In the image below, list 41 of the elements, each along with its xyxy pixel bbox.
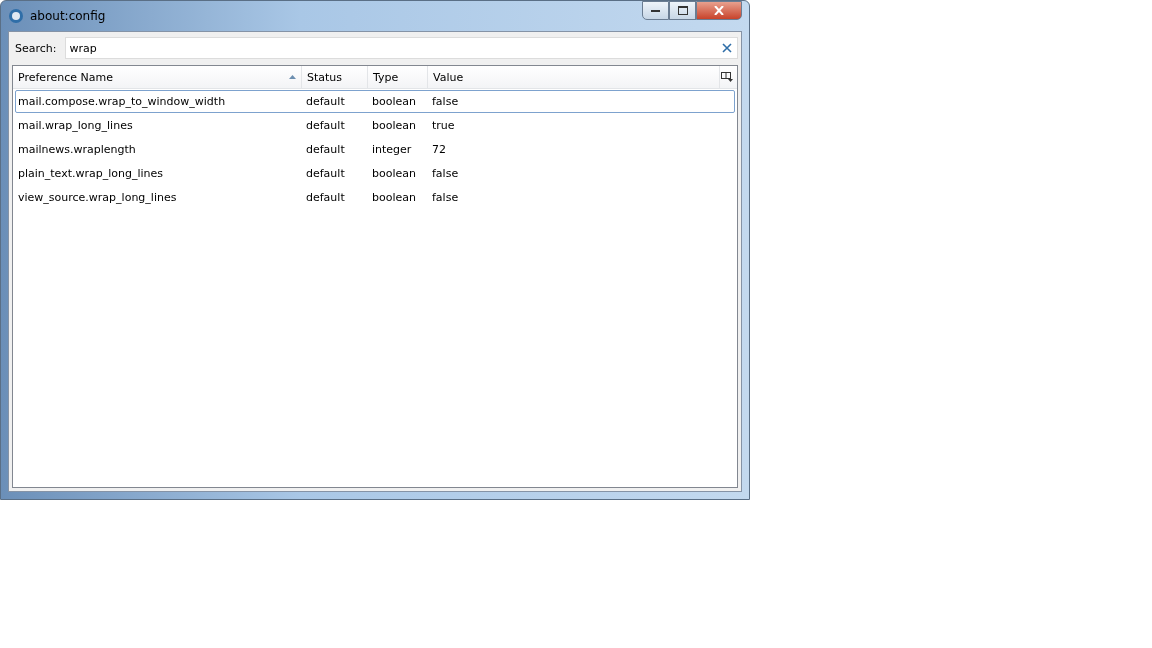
window-title: about:config — [30, 9, 107, 23]
table-cell: default — [306, 95, 345, 108]
table-cell: boolean — [372, 95, 416, 108]
table-cell: false — [432, 167, 459, 180]
clear-icon[interactable] — [722, 43, 732, 53]
column-header[interactable]: Value — [428, 66, 720, 88]
table-cell: mail.wrap_long_lines — [18, 119, 133, 132]
table-cell: integer — [372, 143, 412, 156]
column-header[interactable]: Preference Name — [13, 66, 302, 88]
table-row[interactable]: mail.wrap_long_lines default boolean true — [15, 114, 735, 137]
minimize-button[interactable] — [642, 1, 669, 20]
table-cell: plain_text.wrap_long_lines — [18, 167, 164, 180]
column-header[interactable]: Type — [368, 66, 428, 88]
table-row[interactable]: view_source.wrap_long_lines default boolean false — [15, 186, 735, 209]
minimize-icon — [651, 9, 660, 12]
table-cell: boolean — [372, 167, 416, 180]
close-button[interactable] — [696, 1, 742, 20]
column-header[interactable]: Status — [302, 66, 368, 88]
table-cell: default — [306, 167, 345, 180]
close-icon — [714, 6, 724, 15]
table-cell: false — [432, 95, 459, 108]
search-label: Search: — [15, 41, 57, 55]
table-cell: default — [306, 143, 345, 156]
table-cell: false — [432, 191, 459, 204]
column-picker-icon[interactable] — [721, 72, 733, 82]
table-cell: 72 — [432, 143, 446, 156]
table-cell: boolean — [372, 119, 416, 132]
table-cell: mailnews.wraplength — [18, 143, 136, 156]
table-cell: view_source.wrap_long_lines — [18, 191, 177, 204]
table-row[interactable]: mailnews.wraplength default integer 72 — [15, 138, 735, 161]
table-cell: default — [306, 119, 345, 132]
table-cell: true — [432, 119, 455, 132]
maximize-button[interactable] — [669, 1, 696, 20]
app-logo-icon — [8, 8, 24, 24]
table-row[interactable]: mail.compose.wrap_to_window_width default boolean false — [15, 90, 735, 113]
table-cell: boolean — [372, 191, 416, 204]
maximize-icon — [677, 6, 688, 15]
table-row[interactable]: plain_text.wrap_long_lines default boolean false — [15, 162, 735, 185]
table-cell: default — [306, 191, 345, 204]
table-cell: mail.compose.wrap_to_window_width — [18, 95, 226, 108]
search-field[interactable]: wrap — [64, 37, 738, 59]
